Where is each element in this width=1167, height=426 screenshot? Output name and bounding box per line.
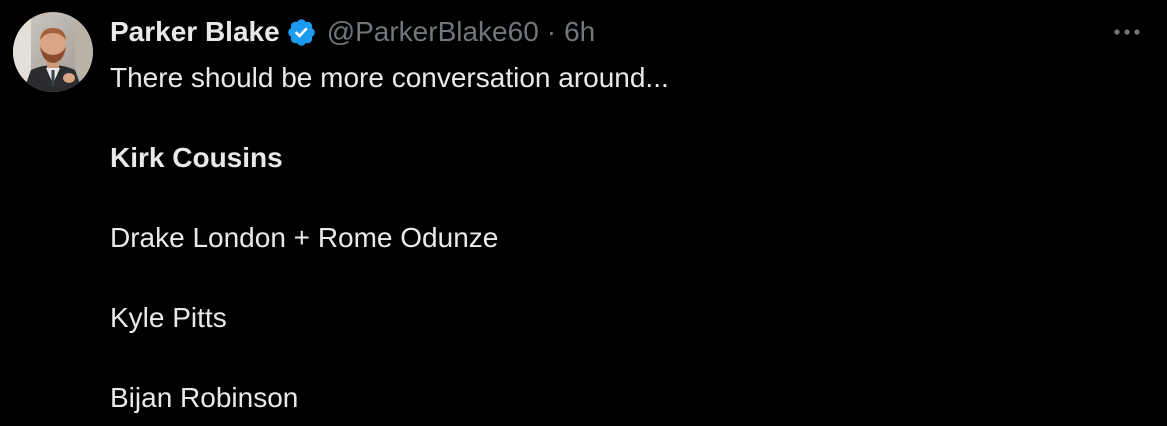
tweet[interactable]: Parker Blake @ParkerBlake60 · 6h There s…	[0, 0, 1167, 426]
tweet-line-kirk-cousins: Kirk Cousins	[110, 142, 283, 173]
separator-dot: ·	[546, 16, 557, 47]
line-break	[110, 98, 1130, 138]
avatar[interactable]	[13, 12, 93, 92]
author-handle[interactable]: @ParkerBlake60	[327, 16, 539, 48]
tweet-header: Parker Blake @ParkerBlake60 · 6h	[110, 14, 595, 50]
tweet-line-kyle-pitts: Kyle Pitts	[110, 302, 227, 333]
line-break	[110, 178, 1130, 218]
tweet-line-drake-london-rome-odunze: Drake London + Rome Odunze	[110, 222, 499, 253]
line-break	[110, 258, 1130, 298]
tweet-text: There should be more conversation around…	[110, 58, 1130, 418]
line-break	[110, 338, 1130, 378]
tweet-line-bijan-robinson: Bijan Robinson	[110, 382, 299, 413]
verified-badge-icon[interactable]	[286, 17, 317, 48]
avatar-image	[13, 12, 93, 92]
tweet-line-intro: There should be more conversation around…	[110, 62, 669, 93]
more-horizontal-icon	[1114, 29, 1140, 35]
more-options-button[interactable]	[1107, 18, 1147, 46]
tweet-timestamp[interactable]: 6h	[564, 16, 595, 48]
author-display-name[interactable]: Parker Blake	[110, 16, 280, 48]
